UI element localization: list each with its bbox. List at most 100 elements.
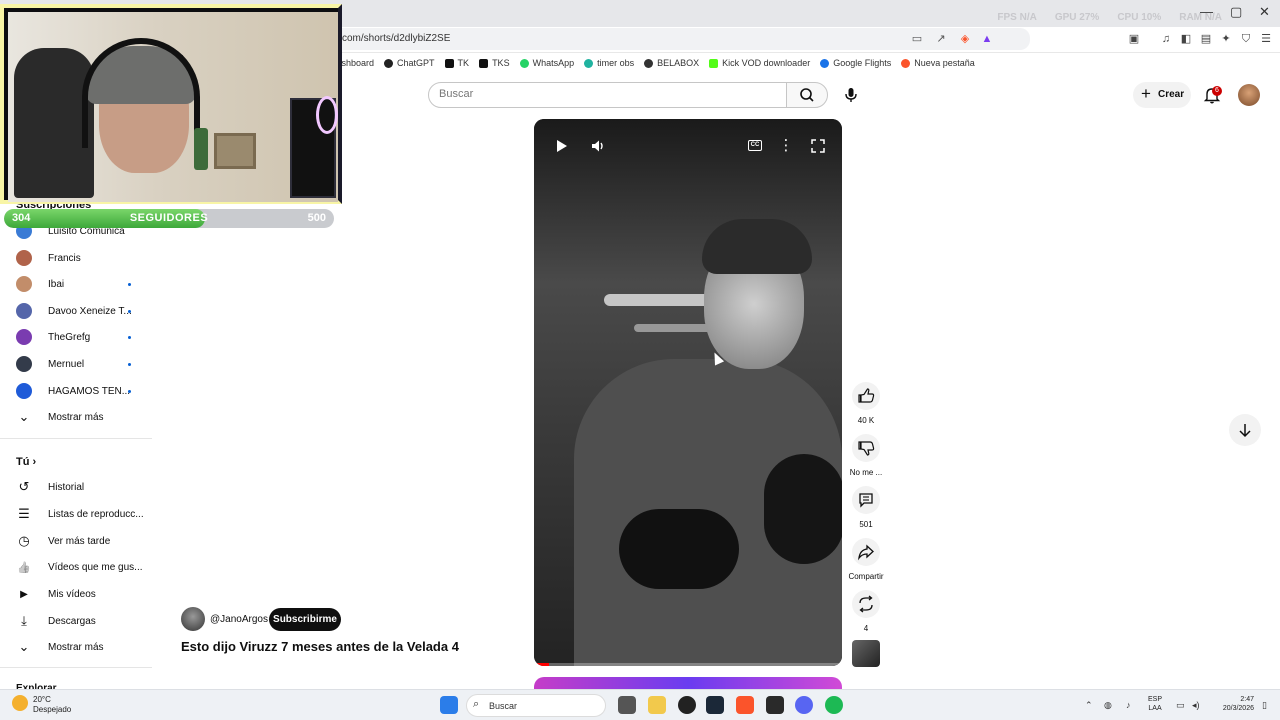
play-button[interactable] <box>552 137 570 155</box>
bookmark-tk[interactable]: TK <box>444 58 469 68</box>
bookmark-belabox[interactable]: BELABOX <box>644 58 699 68</box>
sidebar-item-label: TheGrefg <box>48 331 91 343</box>
sidebar-item-label: Historial <box>48 481 85 493</box>
comments-button[interactable] <box>852 486 880 514</box>
bookmark-whatsapp[interactable]: WhatsApp <box>519 58 574 68</box>
create-button[interactable]: + Crear <box>1133 82 1191 108</box>
thumbs-down-icon <box>858 441 875 456</box>
minimize-button[interactable]: — <box>1200 4 1213 19</box>
sidebar-item-downloads[interactable]: ⤓ Descargas <box>0 608 152 634</box>
sidebar-icon[interactable]: ◧ <box>1179 32 1193 46</box>
taskbar-search[interactable]: ⌕ Buscar <box>466 694 606 717</box>
clock[interactable]: 2:47 20/3/2026 <box>1212 695 1254 713</box>
network-icon[interactable]: ◍ <box>1104 700 1112 711</box>
channel-avatar <box>16 250 32 266</box>
fullscreen-button[interactable] <box>809 137 827 155</box>
person-hair <box>702 219 812 274</box>
bookmark-new-tab[interactable]: Nueva pestaña <box>901 58 975 68</box>
bookmark-tks[interactable]: TKS <box>479 58 510 68</box>
bookmark-chatgpt[interactable]: ChatGPT <box>384 58 435 68</box>
close-button[interactable]: ✕ <box>1259 4 1270 20</box>
dislike-button[interactable] <box>852 434 880 462</box>
whatsapp-icon <box>519 58 529 68</box>
share-button[interactable] <box>852 538 880 566</box>
show-more-subscriptions[interactable]: ⌄ Mostrar más <box>0 404 152 430</box>
sidebar-item-mernuel[interactable]: Mernuel <box>0 351 152 377</box>
subscribe-button[interactable]: Subscribirme <box>269 608 341 631</box>
voice-search-button[interactable] <box>838 82 864 108</box>
windows-start-icon[interactable] <box>440 696 458 714</box>
channel-avatar[interactable] <box>181 607 205 631</box>
leo-ai-icon[interactable]: ✦ <box>1219 32 1233 46</box>
new-content-dot <box>128 335 131 339</box>
brave-rewards-icon[interactable]: ▲ <box>980 32 994 46</box>
follower-goal-bar: SEGUIDORES 304 500 <box>4 209 334 228</box>
thumbs-up-icon <box>858 388 875 403</box>
display-icon[interactable]: ▭ <box>1176 700 1185 711</box>
weather-moon-icon[interactable] <box>12 695 28 711</box>
sidebar-item-francis[interactable]: Francis <box>0 245 152 271</box>
cast-icon[interactable]: ▭ <box>910 32 924 46</box>
sidebar-item-watch-later[interactable]: ◷ Ver más tarde <box>0 528 152 554</box>
steam-icon[interactable] <box>706 696 724 714</box>
brave-icon <box>901 58 911 68</box>
next-short-button[interactable] <box>1229 414 1261 446</box>
menu-icon[interactable]: ☰ <box>1259 32 1273 46</box>
file-explorer-icon[interactable] <box>648 696 666 714</box>
spotify-icon[interactable] <box>825 696 843 714</box>
liked-videos-icon: 👍 <box>17 561 31 574</box>
bookmark-kick-vod[interactable]: Kick VOD downloader <box>709 58 810 68</box>
brave-shields-icon[interactable]: ◈ <box>958 32 972 46</box>
short-video-player[interactable]: CC ⋮ <box>534 119 842 666</box>
share-label: Compartir <box>848 572 884 581</box>
search-button[interactable] <box>786 82 828 108</box>
sidebar-item-liked-videos[interactable]: 👍 Vídeos que me gus... <box>0 554 152 580</box>
brave-browser-icon[interactable] <box>736 696 754 714</box>
sidebar-item-ibai[interactable]: Ibai <box>0 271 152 297</box>
chevron-up-icon[interactable]: ⌃ <box>1085 700 1093 711</box>
discord-icon[interactable] <box>795 696 813 714</box>
next-short-preview[interactable] <box>534 677 842 689</box>
maximize-button[interactable]: ▢ <box>1230 4 1242 20</box>
task-view-icon[interactable] <box>618 696 636 714</box>
music-icon[interactable]: ♫ <box>1159 32 1173 46</box>
sound-thumbnail[interactable] <box>852 640 880 667</box>
vpn-icon[interactable]: ⛉ <box>1239 32 1253 46</box>
wallet-icon[interactable]: ▤ <box>1199 32 1213 46</box>
watch-later-icon: ◷ <box>18 533 30 548</box>
remix-button[interactable] <box>852 590 880 618</box>
account-avatar[interactable] <box>1238 84 1260 106</box>
epic-games-icon[interactable] <box>766 696 784 714</box>
obs-icon[interactable] <box>678 696 696 714</box>
show-more-you[interactable]: ⌄ Mostrar más <box>0 634 152 660</box>
sidebar-item-my-videos[interactable]: ▶ Mis vídeos <box>0 581 152 607</box>
sidebar-item-hagamos-ten[interactable]: HAGAMOS TEN... <box>0 378 152 404</box>
tab-icon[interactable]: ▣ <box>1127 32 1141 46</box>
channel-name[interactable]: @JanoArgos <box>210 614 268 625</box>
bookmark-google-flights[interactable]: Google Flights <box>820 58 891 68</box>
sidebar-item-thegrefg[interactable]: TheGrefg <box>0 324 152 350</box>
volume-button[interactable] <box>589 137 607 155</box>
language-indicator[interactable]: ESP LAA <box>1148 695 1162 713</box>
more-options-button[interactable]: ⋮ <box>777 137 795 155</box>
you-heading[interactable]: Tú › <box>16 456 36 468</box>
notifications-tray-icon[interactable]: ▯ <box>1262 700 1267 711</box>
mic-tray-icon[interactable]: ♪ <box>1126 700 1131 710</box>
speaker-icon[interactable]: ◂) <box>1192 700 1200 711</box>
taskbar: 20°C Despejado ⌕ Buscar ⌃ ◍ ♪ ESP LAA ▭ … <box>0 689 1280 720</box>
sidebar-item-davoo-xeneize[interactable]: Davoo Xeneize T... <box>0 298 152 324</box>
sidebar-item-history[interactable]: ↺ Historial <box>0 474 152 500</box>
search-box[interactable] <box>428 82 787 108</box>
video-progress-bar[interactable] <box>534 663 842 666</box>
search-input[interactable] <box>439 88 769 100</box>
like-button[interactable] <box>852 382 880 410</box>
show-more-label: Mostrar más <box>48 641 104 653</box>
fps-stat: FPS N/A <box>997 12 1037 23</box>
share-icon[interactable]: ↗ <box>934 32 948 46</box>
address-bar[interactable]: com/shorts/d2dlybiZ2SE ▭ ↗ ◈ ▲ <box>330 28 1030 50</box>
bookmark-timer-obs[interactable]: timer obs <box>584 58 634 68</box>
captions-button[interactable]: CC <box>748 140 762 151</box>
weather-widget[interactable]: 20°C Despejado <box>33 695 71 715</box>
sidebar-item-playlists[interactable]: ☰ Listas de reproducc... <box>0 501 152 527</box>
chevron-down-icon: ⌄ <box>18 639 30 654</box>
